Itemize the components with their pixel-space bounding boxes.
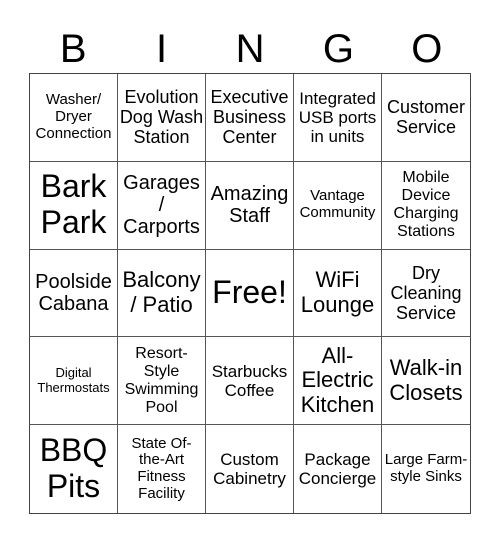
- bingo-cell[interactable]: Bark Park: [30, 161, 118, 250]
- bingo-cell[interactable]: WiFi Lounge: [294, 249, 382, 338]
- bingo-cell[interactable]: Dry Cleaning Service: [382, 250, 470, 338]
- bingo-card: Washer/ Dryer Connection Evolution Dog W…: [29, 73, 471, 514]
- header-letter-o: O: [411, 27, 443, 71]
- bingo-cell[interactable]: Amazing Staff: [206, 161, 294, 250]
- bingo-header: B I N G O: [29, 25, 471, 73]
- bingo-cell[interactable]: Balcony / Patio: [118, 249, 206, 338]
- bingo-cell[interactable]: Walk-in Closets: [382, 337, 470, 426]
- bingo-cell[interactable]: Package Concierge: [294, 425, 382, 513]
- bingo-cell[interactable]: Poolside Cabana: [30, 249, 118, 338]
- bingo-cell[interactable]: Mobile Device Charging Stations: [382, 162, 470, 250]
- bingo-cell[interactable]: Washer/ Dryer Connection: [30, 74, 118, 162]
- bingo-cell[interactable]: All-Electric Kitchen: [294, 337, 382, 426]
- bingo-cell[interactable]: Garages / Carports: [118, 161, 206, 250]
- header-letter-g: G: [322, 27, 354, 71]
- bingo-cell[interactable]: Executive Business Center: [206, 74, 294, 162]
- header-letter-b: B: [59, 27, 87, 71]
- bingo-cell[interactable]: State Of-the-Art Fitness Facility: [118, 425, 206, 513]
- bingo-cell[interactable]: Integrated USB ports in units: [294, 74, 382, 162]
- header-letter-n: N: [235, 27, 265, 71]
- bingo-cell[interactable]: Customer Service: [382, 74, 470, 162]
- free-space[interactable]: Free!: [206, 249, 294, 338]
- bingo-cell[interactable]: BBQ Pits: [30, 425, 118, 513]
- bingo-cell[interactable]: Custom Cabinetry: [206, 425, 294, 513]
- bingo-cell[interactable]: Large Farm-style Sinks: [382, 425, 470, 513]
- bingo-cell[interactable]: Digital Thermostats: [30, 337, 118, 426]
- header-letter-i: I: [156, 27, 168, 71]
- bingo-cell[interactable]: Evolution Dog Wash Station: [118, 74, 206, 162]
- bingo-cell[interactable]: Starbucks Coffee: [206, 337, 294, 426]
- bingo-cell[interactable]: Resort-Style Swimming Pool: [118, 337, 206, 426]
- bingo-cell[interactable]: Vantage Community: [294, 161, 382, 250]
